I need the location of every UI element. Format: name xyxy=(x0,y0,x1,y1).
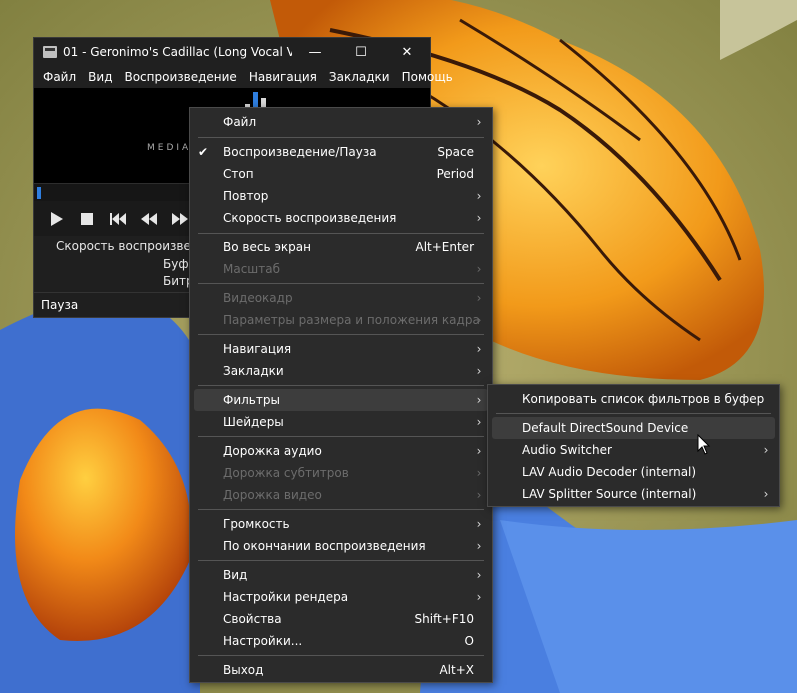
menu-separator xyxy=(198,137,484,138)
filters-submenu: Копировать список фильтров в буфер Defau… xyxy=(487,384,780,507)
window-title: 01 - Geronimo's Cadillac (Long Vocal Ver… xyxy=(63,45,292,59)
rewind-icon[interactable] xyxy=(133,206,164,232)
menu-item-exit[interactable]: Выход Alt+X xyxy=(194,659,488,681)
menu-separator xyxy=(198,385,484,386)
menu-item-render-settings[interactable]: Настройки рендера › xyxy=(194,586,488,608)
submenu-arrow-icon: › xyxy=(476,393,482,407)
menu-shortcut: Period xyxy=(436,167,474,181)
play-icon[interactable] xyxy=(40,206,71,232)
menu-separator xyxy=(198,233,484,234)
menubar-item-file[interactable]: Файл xyxy=(37,70,82,84)
submenu-arrow-icon: › xyxy=(763,443,769,457)
menu-item-audio-track[interactable]: Дорожка аудио › xyxy=(194,440,488,462)
title-bar[interactable]: 01 - Geronimo's Cadillac (Long Vocal Ver… xyxy=(34,38,430,66)
menu-item-video-frame: Видеокадр › xyxy=(194,287,488,309)
submenu-item-default-directsound[interactable]: Default DirectSound Device xyxy=(492,417,775,439)
submenu-item-audio-switcher[interactable]: Audio Switcher › xyxy=(492,439,775,461)
submenu-arrow-icon: › xyxy=(476,342,482,356)
previous-track-icon[interactable] xyxy=(102,206,133,232)
submenu-arrow-icon: › xyxy=(763,487,769,501)
menu-item-subtitle-track: Дорожка субтитров › xyxy=(194,462,488,484)
checkmark-icon: ✔ xyxy=(198,145,209,159)
menu-separator xyxy=(198,334,484,335)
menubar-item-navigation[interactable]: Навигация xyxy=(243,70,323,84)
seek-thumb[interactable] xyxy=(37,187,41,199)
menu-item-repeat[interactable]: Повтор › xyxy=(194,185,488,207)
submenu-arrow-icon: › xyxy=(476,466,482,480)
menu-item-shaders[interactable]: Шейдеры › xyxy=(194,411,488,433)
mouse-pointer-icon xyxy=(697,434,711,455)
submenu-arrow-icon: › xyxy=(476,539,482,553)
menu-item-play-pause[interactable]: ✔ Воспроизведение/Пауза Space xyxy=(194,141,488,163)
menu-item-zoom: Масштаб › xyxy=(194,258,488,280)
menu-item-volume[interactable]: Громкость › xyxy=(194,513,488,535)
submenu-arrow-icon: › xyxy=(476,488,482,502)
menu-item-view[interactable]: Вид › xyxy=(194,564,488,586)
submenu-item-copy-filter-list[interactable]: Копировать список фильтров в буфер xyxy=(492,388,775,410)
submenu-arrow-icon: › xyxy=(476,364,482,378)
menubar-item-view[interactable]: Вид xyxy=(82,70,118,84)
menu-item-bookmarks[interactable]: Закладки › xyxy=(194,360,488,382)
close-button[interactable]: ✕ xyxy=(384,38,430,66)
menu-item-playback-speed[interactable]: Скорость воспроизведения › xyxy=(194,207,488,229)
menubar-item-help[interactable]: Помощь xyxy=(396,70,459,84)
minimize-button[interactable]: — xyxy=(292,38,338,66)
submenu-arrow-icon: › xyxy=(476,590,482,604)
submenu-arrow-icon: › xyxy=(476,415,482,429)
menu-separator xyxy=(198,509,484,510)
menu-shortcut: Alt+Enter xyxy=(415,240,474,254)
submenu-item-lav-splitter-source[interactable]: LAV Splitter Source (internal) › xyxy=(492,483,775,505)
menu-shortcut: O xyxy=(464,634,474,648)
menu-item-settings[interactable]: Настройки... O xyxy=(194,630,488,652)
menu-item-file[interactable]: Файл › xyxy=(194,111,488,133)
info-speed-label: Скорость воспроизведе xyxy=(56,239,207,253)
menu-item-after-playback[interactable]: По окончании воспроизведения › xyxy=(194,535,488,557)
menu-shortcut: Alt+X xyxy=(439,663,474,677)
submenu-arrow-icon: › xyxy=(476,115,482,129)
video-logo-text: MEDIA xyxy=(147,143,192,153)
submenu-arrow-icon: › xyxy=(476,189,482,203)
menu-item-properties[interactable]: Свойства Shift+F10 xyxy=(194,608,488,630)
submenu-arrow-icon: › xyxy=(476,444,482,458)
menu-shortcut: Shift+F10 xyxy=(414,612,474,626)
menu-separator xyxy=(198,655,484,656)
menu-item-frame-size-position: Параметры размера и положения кадра › xyxy=(194,309,488,331)
menu-item-filters[interactable]: Фильтры › xyxy=(194,389,488,411)
menu-bar: Файл Вид Воспроизведение Навигация Закла… xyxy=(34,66,453,88)
submenu-arrow-icon: › xyxy=(476,262,482,276)
menu-shortcut: Space xyxy=(437,145,474,159)
menu-item-fullscreen[interactable]: Во весь экран Alt+Enter xyxy=(194,236,488,258)
submenu-arrow-icon: › xyxy=(476,568,482,582)
submenu-arrow-icon: › xyxy=(476,291,482,305)
submenu-arrow-icon: › xyxy=(476,211,482,225)
menu-item-navigation[interactable]: Навигация › xyxy=(194,338,488,360)
menu-item-stop[interactable]: Стоп Period xyxy=(194,163,488,185)
menu-separator xyxy=(496,413,771,414)
stop-icon[interactable] xyxy=(71,206,102,232)
app-clapperboard-icon xyxy=(43,46,57,58)
status-text: Пауза xyxy=(41,298,79,312)
menubar-item-bookmarks[interactable]: Закладки xyxy=(323,70,396,84)
context-menu: Файл › ✔ Воспроизведение/Пауза Space Стоп Pe… xyxy=(189,107,493,683)
submenu-arrow-icon: › xyxy=(476,517,482,531)
maximize-button[interactable]: ☐ xyxy=(338,38,384,66)
menu-separator xyxy=(198,560,484,561)
menubar-item-playback[interactable]: Воспроизведение xyxy=(118,70,242,84)
menu-item-video-track: Дорожка видео › xyxy=(194,484,488,506)
menu-separator xyxy=(198,436,484,437)
submenu-item-lav-audio-decoder[interactable]: LAV Audio Decoder (internal) xyxy=(492,461,775,483)
menu-separator xyxy=(198,283,484,284)
submenu-arrow-icon: › xyxy=(476,313,482,327)
